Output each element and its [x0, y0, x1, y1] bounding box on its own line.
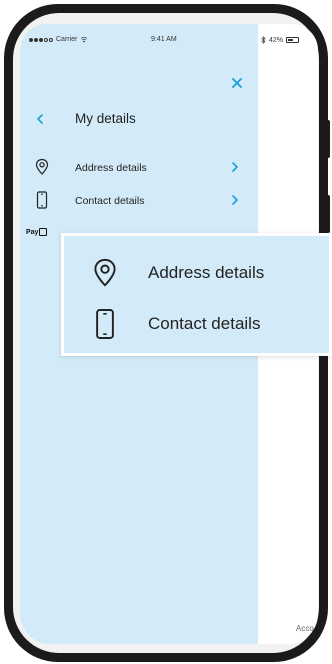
volume-button [326, 120, 330, 158]
menu-item-contact-details[interactable]: Contact details [20, 188, 258, 214]
carrier-label: Carrier [56, 36, 78, 43]
menu-item-label: Contact details [75, 195, 145, 207]
power-button [326, 195, 330, 233]
zoom-item-address-details[interactable]: Address details [64, 253, 332, 293]
close-button[interactable] [230, 76, 244, 90]
page-title: My details [75, 111, 136, 126]
status-bar: Carrier 9:41 AM 42% [20, 24, 318, 48]
pay-logo-icon [39, 228, 48, 236]
zoomed-menu-callout: Address details Contact details [61, 233, 332, 356]
status-time: 9:41 AM [151, 36, 177, 43]
zoom-item-label: Address details [148, 263, 265, 282]
pay-label: Pay [26, 228, 39, 236]
menu-item-address-details[interactable]: Address details [20, 155, 258, 181]
back-button[interactable] [34, 112, 46, 126]
location-pin-icon [94, 258, 116, 287]
account-footer-text: Acco [296, 624, 314, 633]
chevron-right-icon [232, 195, 238, 205]
pay-badge: Pay [26, 228, 48, 236]
zoom-item-contact-details[interactable]: Contact details [64, 304, 332, 344]
chevron-left-icon [37, 114, 43, 124]
wifi-icon [81, 36, 88, 43]
zoom-item-label: Contact details [148, 314, 261, 333]
menu-item-label: Address details [75, 162, 147, 174]
mobile-phone-icon [96, 309, 114, 339]
battery-icon [286, 37, 300, 43]
close-icon [232, 78, 242, 88]
battery-percentage: 42% [269, 36, 284, 44]
chevron-right-icon [232, 162, 238, 172]
signal-strength-icon [29, 37, 53, 42]
location-pin-icon [35, 158, 49, 175]
bluetooth-icon [261, 36, 266, 44]
mobile-phone-icon [36, 191, 48, 209]
